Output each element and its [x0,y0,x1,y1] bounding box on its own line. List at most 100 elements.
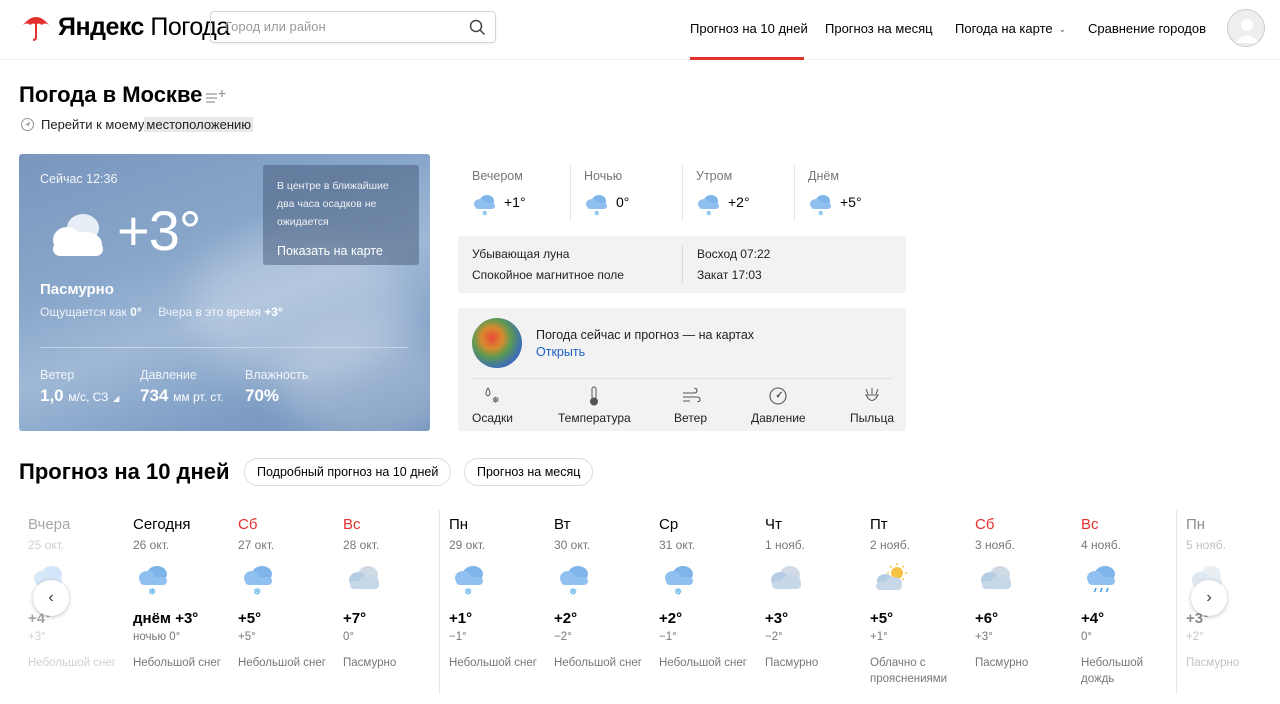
forecast-condition: Пасмурно [1186,657,1240,669]
show-on-map-button[interactable]: Показать на карте [277,244,383,258]
chevron-right-icon: › [1206,589,1212,606]
forecast-day[interactable]: Пн 29 окт. +1° −1° Небольшой снег [449,516,549,669]
map-layer-temperature[interactable]: Температура [558,386,631,425]
forecast-day-name: Ср [659,516,679,533]
pressure-stat: Давление 734 мм рт. ст. [140,368,224,405]
cloud-rain-icon [1081,562,1121,596]
forecast-day-name: Вс [343,516,361,533]
logo-brand: Яндекс [58,12,144,41]
scroll-left-button[interactable]: ‹ [33,580,69,616]
humidity-stat: Влажность 70% [245,368,309,405]
forecast-high: +3° [765,610,789,627]
current-weather-card: Сейчас 12:36 +3° Пасмурно Ощущается как … [19,154,430,431]
forecast-date: 4 нояб. [1081,538,1122,552]
weather-map-globe-icon[interactable] [472,318,522,368]
header: Яндекс Погода Прогноз на 10 дней Прогноз… [0,0,1280,60]
forecast-high: +4° [1081,610,1105,627]
forecast-day[interactable]: Вчера 25 окт. +4° +3° Небольшой снег [28,516,128,669]
forecast-day[interactable]: Вт 30 окт. +2° −2° Небольшой снег [554,516,654,669]
feels-like: Ощущается как 0° Вчера в это время +3° [40,305,283,319]
current-temperature: +3° [117,199,201,262]
forecast-high: +2° [659,610,683,627]
geo-location-link[interactable]: Перейти к моему местоположению [20,117,254,132]
nav-forecast-month[interactable]: Прогноз на месяц [825,21,933,36]
map-layer-precipitation[interactable]: ❅ Осадки [472,386,513,425]
add-to-list-icon[interactable] [205,89,227,105]
forecast-high: днём +3° [133,610,199,627]
map-layer-pollen[interactable]: Пыльца [850,386,894,425]
forecast-day-name: Сегодня [133,516,191,533]
search-box[interactable] [210,11,496,43]
forecast-day[interactable]: Сб 27 окт. +5° +5° Небольшой снег [238,516,338,669]
forecast-day-name: Вчера [28,516,71,533]
forecast-day-name: Вс [1081,516,1099,533]
forecast-day[interactable]: Сб 3 нояб. +6° +3° Пасмурно [975,516,1075,669]
cloud-snow-icon [808,192,834,216]
user-icon [1235,19,1259,43]
forecast-day[interactable]: Сегодня 26 окт. днём +3° ночью 0° Небольшой … [133,516,233,669]
forecast-high: +7° [343,610,367,627]
active-tab-indicator [690,57,804,60]
forecast-date: 1 нояб. [765,538,806,552]
wind-stat: Ветер 1,0 м/с, СЗ ◢ [40,368,120,405]
forecast-day[interactable]: Пн 5 нояб. +3° +2° Пасмурно [1186,516,1280,669]
forecast-title: Прогноз на 10 дней [19,459,230,484]
forecast-day[interactable]: Вс 28 окт. +7° 0° Пасмурно [343,516,443,669]
forecast-date: 29 окт. [449,538,486,552]
cloud-snow-icon [554,562,594,596]
magnetic-field: Спокойное магнитное поле [472,268,624,282]
forecast-day[interactable]: Ср 31 окт. +2° −1° Небольшой снег [659,516,759,669]
map-layer-pressure[interactable]: Давление [751,386,806,425]
nav-compare-cities[interactable]: Сравнение городов [1088,21,1206,36]
forecast-high: +6° [975,610,999,627]
forecast-date: 26 окт. [133,538,170,552]
chevron-down-icon: ⌄ [1058,24,1067,34]
map-layer-wind[interactable]: Ветер [674,386,707,425]
search-input[interactable] [225,19,465,34]
chevron-left-icon: ‹ [48,589,54,606]
current-time: Сейчас 12:36 [40,172,118,186]
forecast-date: 5 нояб. [1186,538,1227,552]
forecast-day-name: Пн [449,516,469,533]
forecast-low: −1° [659,631,677,643]
search-icon[interactable] [469,19,486,36]
maps-open-link[interactable]: Открыть [536,345,585,359]
pressure-gauge-icon [769,387,787,405]
cloud-snow-icon [133,562,173,596]
astro-info: Убывающая луна Спокойное магнитное поле … [458,236,906,293]
wind-direction-icon: ◢ [113,394,120,403]
svg-text:❅: ❅ [492,396,500,406]
forecast-day[interactable]: Чт 1 нояб. +3° −2° Пасмурно [765,516,865,669]
avatar[interactable] [1227,9,1265,47]
forecast-condition: Пасмурно [765,657,819,669]
maps-title: Погода сейчас и прогноз — на картах [536,328,755,342]
forecast-low: ночью 0° [133,631,181,643]
pollen-icon [865,388,879,402]
partly-cloudy-icon [870,562,910,596]
forecast-low: −2° [765,631,783,643]
forecast-condition: Небольшой снег [449,657,537,669]
daypart-morning: Утром +2° [682,165,794,221]
cloud-snow-icon [449,562,489,596]
forecast-low: +2° [1186,631,1204,643]
forecast-day[interactable]: Пт 2 нояб. +5° +1° Облачно с прояснениями [870,516,970,685]
forecast-condition: Пасмурно [975,657,1029,669]
scroll-right-button[interactable]: › [1191,580,1227,616]
forecast-low: 0° [1081,631,1092,643]
detailed-forecast-button[interactable]: Подробный прогноз на 10 дней [244,458,452,486]
forecast-day[interactable]: Вс 4 нояб. +4° 0° Небольшой дождь [1081,516,1181,685]
cloudy-icon [53,214,103,256]
divider [40,347,408,348]
nav-forecast-10-days[interactable]: Прогноз на 10 дней [690,21,808,36]
nav-weather-map[interactable]: Погода на карте ⌄ [955,21,1066,36]
week-separator [1176,510,1177,694]
overcast-icon [975,562,1015,596]
forecast-condition: Небольшой снег [554,657,642,669]
forecast-high: +2° [554,610,578,627]
daypart-night: Ночью 0° [570,165,682,221]
moon-phase: Убывающая луна [472,247,570,261]
logo[interactable]: Яндекс Погода [22,12,230,42]
month-forecast-button[interactable]: Прогноз на месяц [464,458,594,486]
precipitation-icon: ❅ [485,387,500,406]
forecast-day-name: Вт [554,516,571,533]
